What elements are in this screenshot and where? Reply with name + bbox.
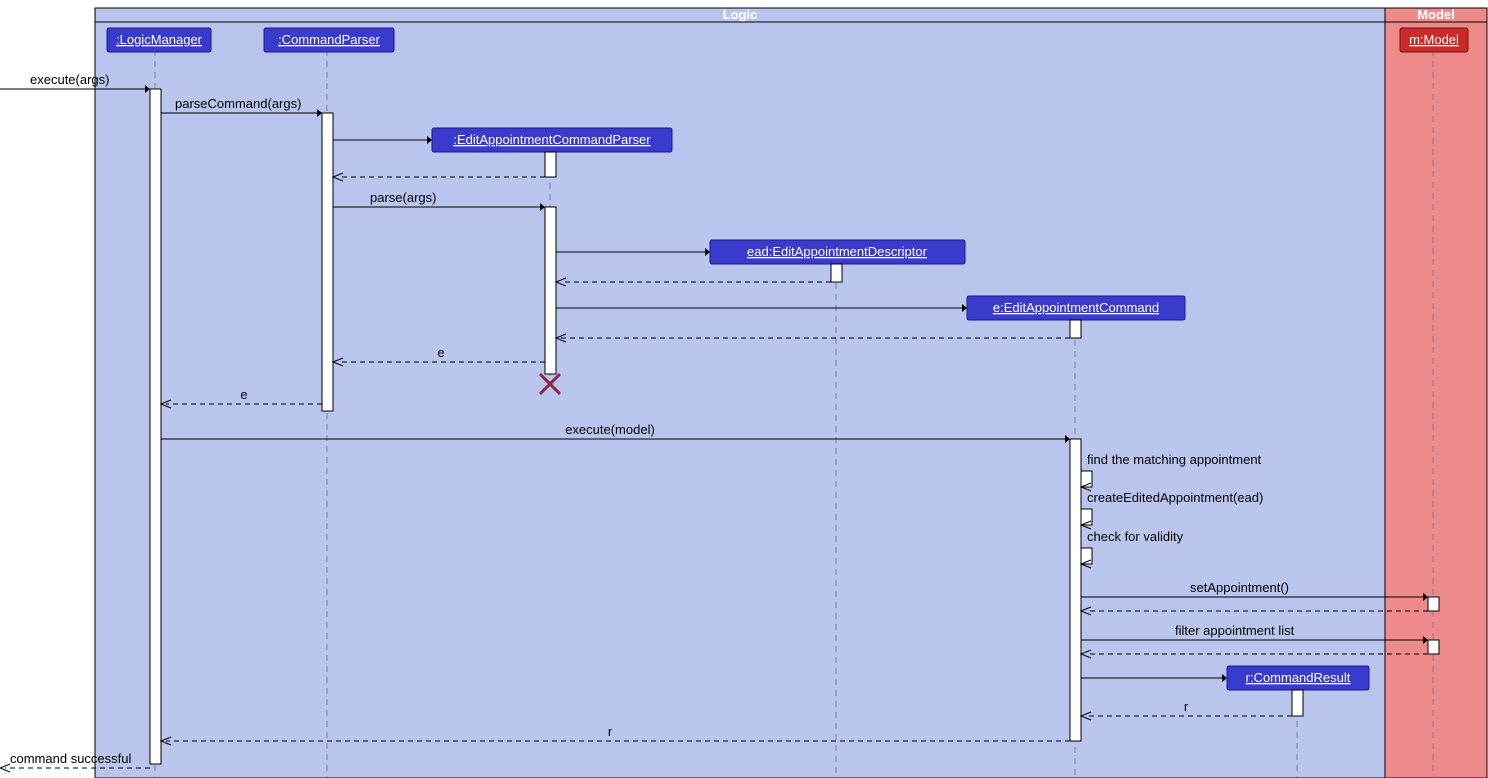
msg-create-edited-label: createEditedAppointment(ead) [1087,490,1263,505]
msg-return-e2-label: e [240,387,247,402]
activation-cr-create [1292,690,1303,716]
msg-return-r2-label: r [608,724,613,739]
activation-command-parser [322,113,333,411]
msg-filter-list-label: filter appointment list [1175,623,1295,638]
participant-model-label: m:Model [1409,32,1459,47]
participant-eacp-label: :EditAppointmentCommandParser [453,132,651,147]
activation-ead-create [831,264,842,282]
model-frame [1385,8,1487,778]
msg-parse-args-label: parse(args) [370,190,436,205]
msg-command-successful-label: command successful [10,751,131,766]
activation-eac-execute [1070,439,1081,741]
activation-eac-create [1070,320,1081,338]
participant-command-parser-label: :CommandParser [278,32,381,47]
msg-execute-model-label: execute(model) [565,422,655,437]
msg-find-appt-label: find the matching appointment [1087,452,1262,467]
msg-set-appt-label: setAppointment() [1190,580,1289,595]
msg-check-validity-label: check for validity [1087,529,1184,544]
model-frame-title: Model [1417,7,1455,22]
participant-command-result-label: r:CommandResult [1246,670,1351,685]
msg-return-r1-label: r [1184,699,1189,714]
logic-frame [95,8,1385,778]
msg-return-e1-label: e [437,345,444,360]
activation-model-set [1428,597,1439,611]
msg-execute-args-label: execute(args) [30,72,109,87]
activation-eacp-create [545,152,556,177]
participant-logic-manager-label: :LogicManager [116,32,203,47]
logic-frame-title: Logic [723,7,758,22]
activation-eacp-parse [545,207,556,374]
activation-logic-manager [150,89,161,764]
activation-model-filter [1428,640,1439,654]
sequence-diagram: Logic Model :LogicManager :CommandParser… [0,0,1488,778]
participant-ead-label: ead:EditAppointmentDescriptor [747,244,928,259]
msg-parse-command-label: parseCommand(args) [175,96,301,111]
participant-eac-label: e:EditAppointmentCommand [993,300,1159,315]
